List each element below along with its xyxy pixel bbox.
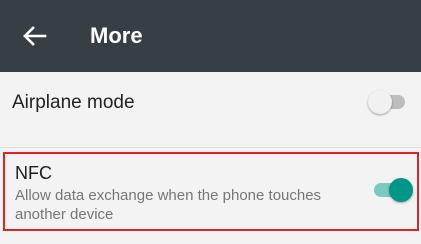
app-bar: More [0,0,421,72]
toggle-thumb [368,90,392,114]
page-title: More [90,23,143,48]
airplane-mode-label: Airplane mode [12,92,135,113]
nfc-label: NFC [15,163,52,183]
airplane-mode-row[interactable]: Airplane mode [0,72,421,148]
arrow-left-icon [23,26,47,46]
airplane-mode-toggle[interactable] [368,89,410,115]
divider [0,147,421,148]
nfc-toggle[interactable] [371,177,413,203]
back-button[interactable] [20,22,48,50]
toggle-thumb [389,178,413,202]
nfc-row[interactable]: NFC Allow data exchange when the phone t… [3,152,419,231]
settings-screen: More Airplane mode NFC Allow data exchan… [0,0,421,244]
nfc-summary: Allow data exchange when the phone touch… [15,187,322,223]
